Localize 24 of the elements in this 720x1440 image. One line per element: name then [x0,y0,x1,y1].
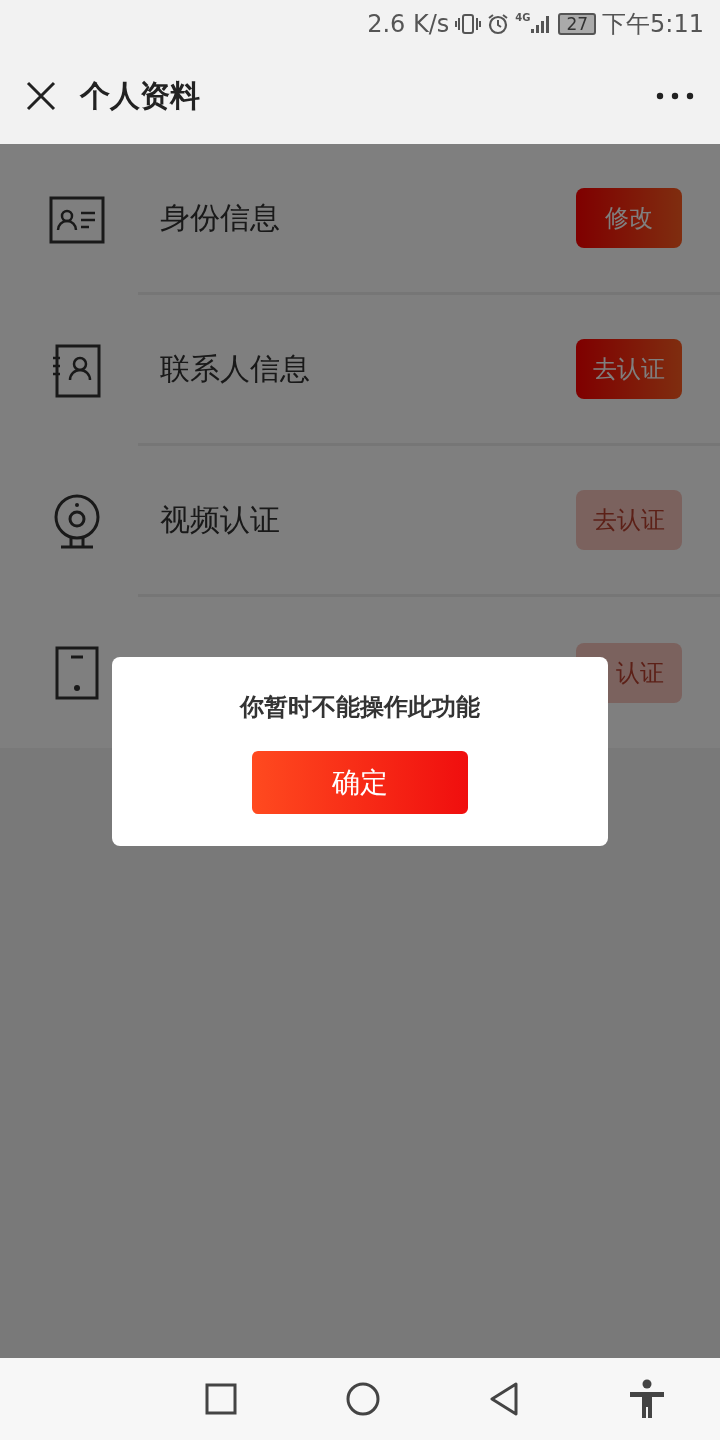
accessibility-icon[interactable] [627,1379,666,1419]
dialog-message: 你暂时不能操作此功能 [240,692,480,723]
confirm-button[interactable]: 确定 [252,751,468,814]
alarm-icon [487,13,510,35]
verify-button[interactable]: 去认证 [576,339,682,399]
contact-book-icon [53,343,101,398]
webcam-icon [52,493,102,550]
network-speed: 2.6 K/s [367,10,450,38]
home-icon[interactable] [345,1382,380,1416]
item-label: 身份信息 [160,198,280,237]
id-card-icon [49,195,105,244]
item-label: 联系人信息 [160,349,310,388]
recents-icon[interactable] [204,1383,237,1415]
network-type: 4G [515,12,531,23]
close-icon[interactable] [26,81,56,111]
more-icon[interactable] [656,92,694,100]
back-icon[interactable] [488,1382,519,1416]
battery-indicator: 27 [558,13,597,35]
verify-button[interactable]: 修改 [576,188,682,248]
clock: 下午5:11 [602,9,704,40]
vibrate-icon [455,13,482,35]
item-label: 视频认证 [160,500,280,539]
phone-icon [55,645,99,700]
page-title: 个人资料 [80,76,200,115]
